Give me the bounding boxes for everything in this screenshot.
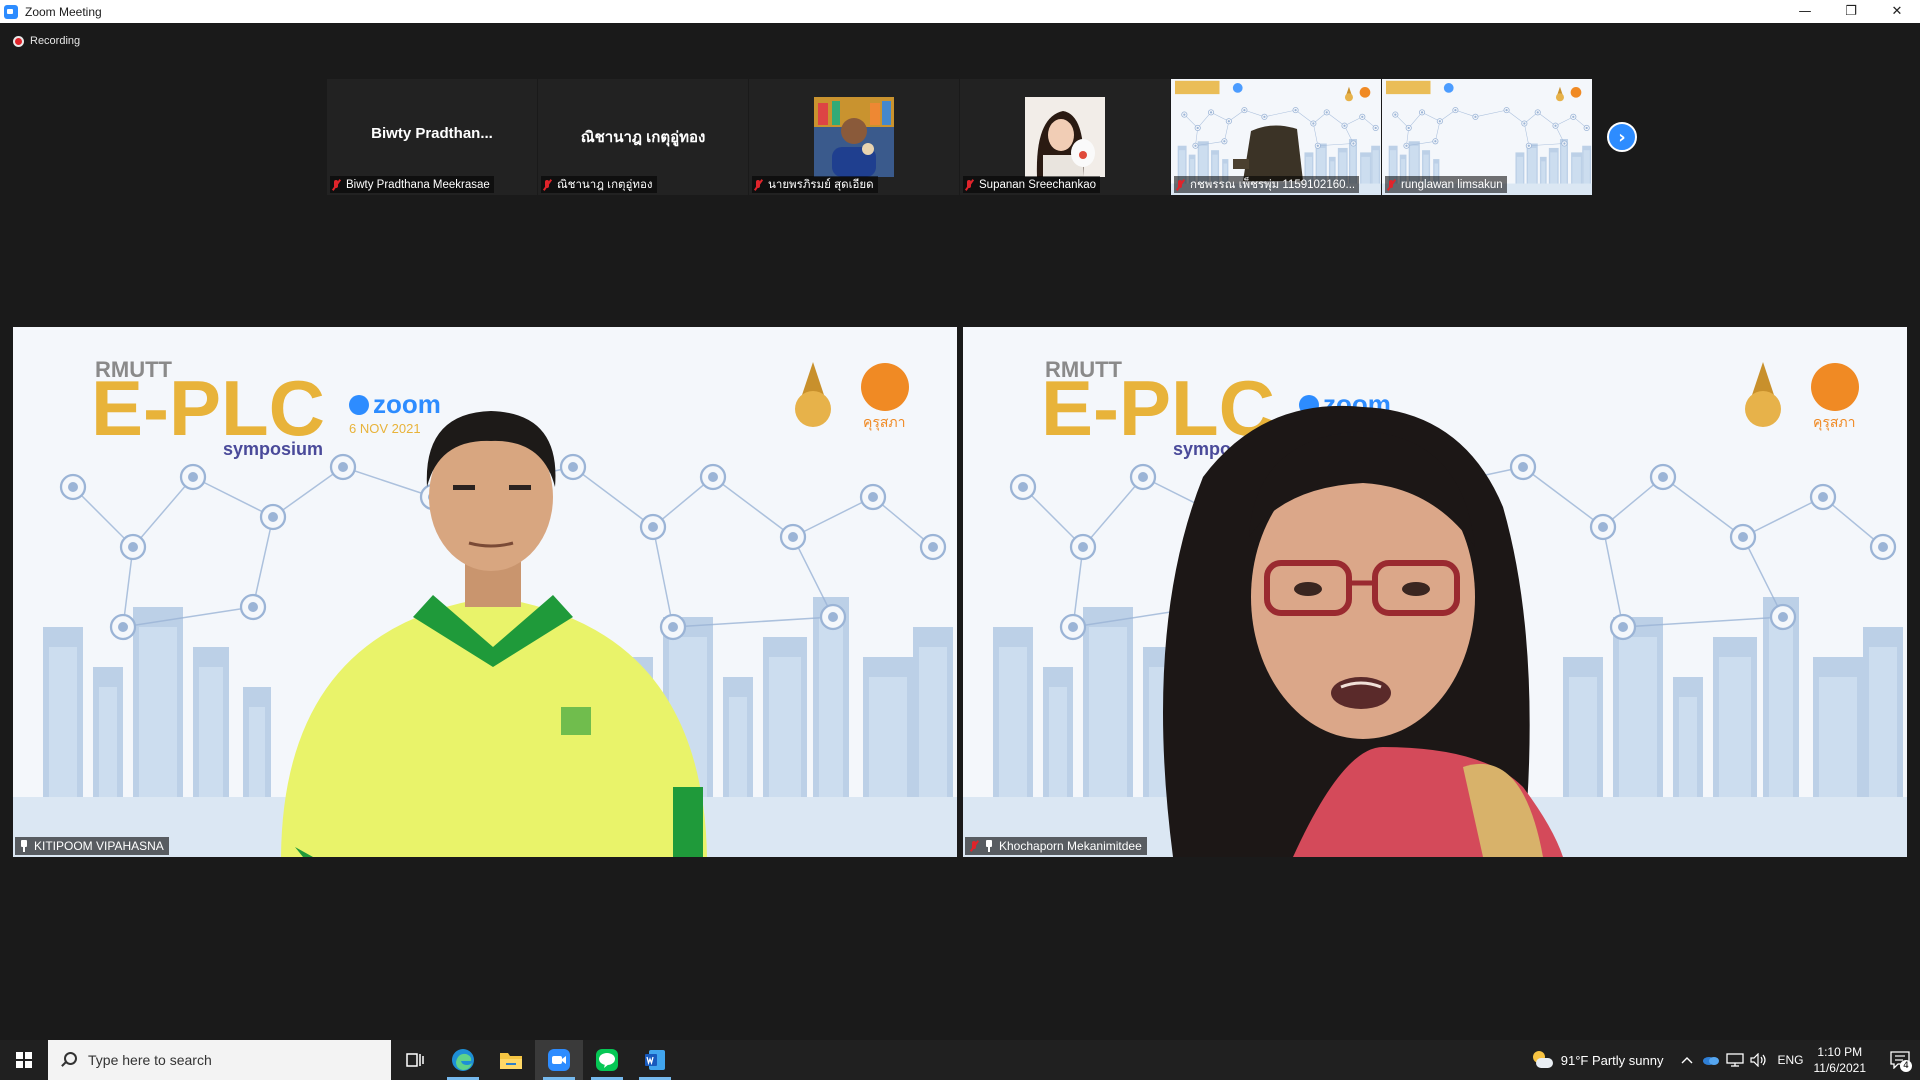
- participant-display-name: ณิชานาฎ เกตุอู่ทอง: [580, 129, 706, 146]
- participant-name-tag: นายพรภิรมย์ สุดเอียด: [752, 176, 878, 193]
- windows-logo-icon: [16, 1052, 32, 1068]
- partly-sunny-icon: [1531, 1051, 1553, 1069]
- windows-taskbar: Type here to search 91°F Partly sunny EN…: [0, 1040, 1920, 1080]
- task-view-icon: [406, 1053, 424, 1067]
- university-seal-icon: [1344, 93, 1353, 102]
- start-button[interactable]: [0, 1040, 48, 1080]
- muted-mic-icon: [330, 179, 342, 191]
- word-icon: [645, 1050, 665, 1070]
- gallery-strip: Biwty Pradthan... Biwty Pradthana Meekra…: [327, 79, 1593, 195]
- zoom-logo-icon: [1443, 83, 1454, 93]
- search-icon: [60, 1052, 77, 1068]
- eplc-logo-mark: [1175, 80, 1220, 95]
- recording-label: Recording: [30, 35, 81, 47]
- zoom-icon: [548, 1049, 570, 1071]
- participant-name: Biwty Pradthana Meekrasae: [346, 178, 490, 191]
- minimize-button[interactable]: —: [1782, 0, 1828, 23]
- participant-name: ณิชานาฎ เกตุอู่ทอง: [557, 178, 653, 191]
- recording-icon: [13, 35, 24, 47]
- participant-thumb-2[interactable]: ณิชานาฎ เกตุอู่ทอง ณิชานาฎ เกตุอู่ทอง: [538, 79, 748, 195]
- cloud-icon: [1703, 1057, 1720, 1065]
- taskbar-zoom[interactable]: [535, 1040, 583, 1080]
- speaker-name: KITIPOOM VIPAHASNA: [34, 839, 164, 853]
- office-chair-image: [1233, 125, 1303, 181]
- network-icon: [1726, 1053, 1745, 1067]
- taskbar-line[interactable]: [583, 1040, 631, 1080]
- line-app-icon: [596, 1049, 618, 1071]
- notification-count: 4: [1900, 1060, 1912, 1072]
- participant-name: กชพรรณ เพ็ชรพุ่ม 1159102160...: [1190, 178, 1356, 191]
- participant-thumb-6[interactable]: runglawan limsakun: [1382, 79, 1592, 195]
- folder-icon: [500, 1053, 522, 1069]
- clock-date: 11/6/2021: [1813, 1061, 1867, 1075]
- restore-button[interactable]: ❐: [1828, 0, 1874, 23]
- taskbar-search-box[interactable]: Type here to search: [48, 1040, 391, 1080]
- zoom-meeting-window: Zoom Meeting — ❐ ✕ Recording Biwty Pradt…: [0, 0, 1920, 1080]
- pin-icon: [18, 840, 30, 852]
- speaker-icon: [1750, 1053, 1767, 1067]
- speaker-name-tag: Khochaporn Mekanimitdee: [965, 837, 1147, 855]
- participant-thumb-1[interactable]: Biwty Pradthan... Biwty Pradthana Meekra…: [327, 79, 537, 195]
- taskbar-clock[interactable]: 1:10 PM 11/6/2021: [1814, 1044, 1867, 1076]
- taskbar-file-explorer[interactable]: [487, 1040, 535, 1080]
- weather-text: 91°F Partly sunny: [1560, 1052, 1664, 1068]
- participant-name-tag: runglawan limsakun: [1385, 176, 1507, 193]
- action-center-button[interactable]: 4: [1880, 1040, 1920, 1080]
- zoom-logo-icon: [1232, 83, 1243, 93]
- participant-thumb-5[interactable]: กชพรรณ เพ็ชรพุ่ม 1159102160...: [1171, 79, 1381, 195]
- khurusapha-logo-icon: [1359, 87, 1371, 98]
- participant-name-tag: กชพรรณ เพ็ชรพุ่ม 1159102160...: [1174, 176, 1360, 193]
- window-controls: — ❐ ✕: [1782, 0, 1920, 23]
- muted-mic-icon: [541, 179, 553, 191]
- network-tray-icon[interactable]: [1723, 1040, 1747, 1080]
- recording-indicator[interactable]: Recording: [13, 35, 80, 47]
- task-view-button[interactable]: [391, 1040, 439, 1080]
- muted-mic-icon: [1385, 179, 1397, 191]
- participant-display-name: Biwty Pradthan...: [371, 125, 493, 142]
- muted-mic-icon: [752, 179, 764, 191]
- edge-icon: [452, 1049, 474, 1071]
- participant-name-tag: Biwty Pradthana Meekrasae: [330, 176, 494, 193]
- khurusapha-logo-icon: [1570, 87, 1582, 98]
- participant-thumb-3[interactable]: นายพรภิรมย์ สุดเอียด: [749, 79, 959, 195]
- eplc-logo-mark: [1386, 80, 1431, 95]
- participant-name: นายพรภิรมย์ สุดเอียด: [768, 178, 874, 191]
- muted-mic-icon: [963, 179, 975, 191]
- participant-name-tag: Supanan Sreechankao: [963, 176, 1101, 193]
- pin-icon: [983, 840, 995, 852]
- speaker-tile-1[interactable]: RMUTT E-PLC zoom 6 NOV 2021 symposium คุรุสภา…: [13, 327, 957, 857]
- system-tray: 91°F Partly sunny ENG 1:10 PM 11/6/2021: [1531, 1040, 1920, 1080]
- participant-video: [281, 411, 707, 857]
- participant-photo: [1025, 97, 1105, 177]
- volume-tray-icon[interactable]: [1747, 1040, 1771, 1080]
- university-seal-icon: [1555, 93, 1564, 102]
- speaker-name-tag: KITIPOOM VIPAHASNA: [15, 837, 169, 855]
- participant-thumb-4[interactable]: Supanan Sreechankao: [960, 79, 1170, 195]
- weather-widget[interactable]: 91°F Partly sunny: [1531, 1051, 1664, 1069]
- chevron-up-icon: [1681, 1057, 1693, 1064]
- participant-name: Supanan Sreechankao: [979, 178, 1097, 191]
- clock-time: 1:10 PM: [1817, 1045, 1863, 1059]
- show-hidden-icons-button[interactable]: [1675, 1040, 1699, 1080]
- muted-mic-icon: [1174, 179, 1186, 191]
- participant-name-tag: ณิชานาฎ เกตุอู่ทอง: [541, 176, 657, 193]
- window-title: Zoom Meeting: [25, 4, 102, 19]
- participant-photo: [814, 97, 894, 177]
- speaker-name: Khochaporn Mekanimitdee: [999, 839, 1142, 853]
- taskbar-edge[interactable]: [439, 1040, 487, 1080]
- muted-mic-icon: [968, 840, 980, 852]
- participant-name: runglawan limsakun: [1401, 178, 1503, 191]
- next-page-button[interactable]: ›: [1607, 122, 1637, 152]
- taskbar-word[interactable]: [631, 1040, 679, 1080]
- zoom-app-icon: [4, 4, 18, 19]
- close-button[interactable]: ✕: [1874, 0, 1920, 23]
- search-placeholder: Type here to search: [88, 1052, 212, 1068]
- participant-video: [1163, 405, 1563, 857]
- onedrive-tray-icon[interactable]: [1699, 1040, 1723, 1080]
- input-language[interactable]: ENG: [1777, 1053, 1803, 1067]
- title-bar: Zoom Meeting — ❐ ✕: [0, 0, 1920, 23]
- speaker-tile-2[interactable]: RMUTTE-PLCzoom6 NOV 2021symposiumคุรุสภา…: [963, 327, 1907, 857]
